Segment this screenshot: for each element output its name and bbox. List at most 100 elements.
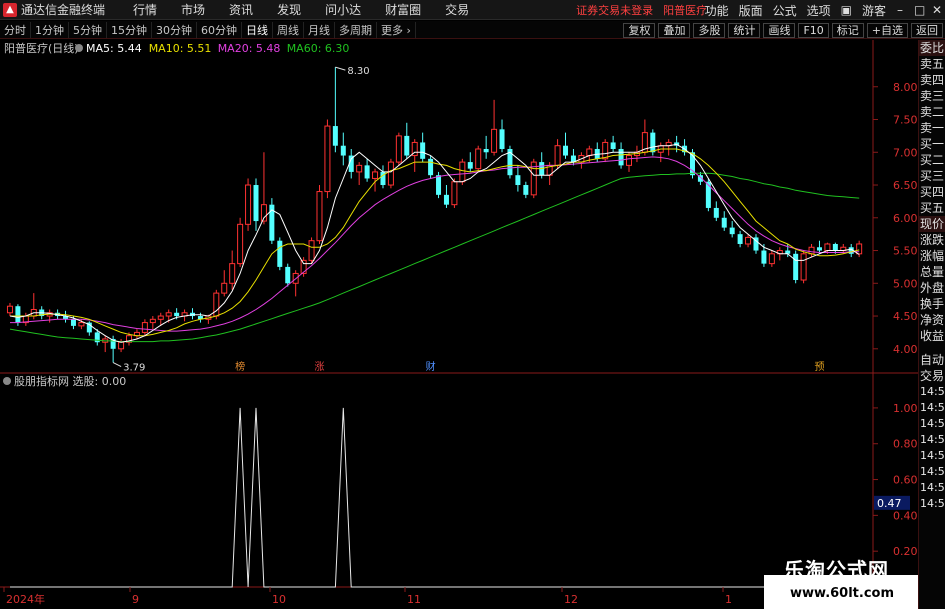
timeframe-tab-2[interactable]: 5分钟 xyxy=(69,21,107,38)
quote-field-12: 涨跌 xyxy=(920,233,945,247)
quote-field-11: 现价 xyxy=(919,216,945,232)
timeframe-tab-3[interactable]: 15分钟 xyxy=(107,21,152,38)
candle-body xyxy=(428,158,434,176)
candle-body xyxy=(395,135,402,163)
timeframe-tab-9[interactable]: 多周期 xyxy=(335,21,377,38)
chart-tool-button-5[interactable]: F10 xyxy=(798,22,829,38)
menu-item-1[interactable]: 市场 xyxy=(169,1,217,18)
minimize-icon[interactable]: – xyxy=(891,3,909,17)
skin-icon[interactable]: ▣ xyxy=(836,3,857,17)
tick-time-4: 14:56 xyxy=(920,449,945,462)
event-marker-0[interactable]: 榜 xyxy=(235,360,245,373)
chart-tool-button-6[interactable]: 标记 xyxy=(831,22,864,38)
chart-tool-button-3[interactable]: 统计 xyxy=(728,22,761,38)
kline-chart[interactable]: 阳普医疗(日线) MA5: 5.44 MA10: 5.51 MA20: 5.48 MA6… xyxy=(0,40,918,609)
menu-item-0[interactable]: 行情 xyxy=(121,1,169,18)
close-icon[interactable]: ✕ xyxy=(927,3,945,17)
right-menu-item-1[interactable]: 版面 xyxy=(734,2,768,19)
sub-tick-label: 1.00 xyxy=(893,402,918,415)
main-chart-title: 阳普医疗(日线) xyxy=(4,41,79,55)
sub-tick-label: 0.20 xyxy=(893,545,918,558)
price-tick-label: 7.50 xyxy=(893,114,918,127)
sub-value-label: 0.47 xyxy=(877,497,902,510)
quote-field-16: 换手 xyxy=(920,297,945,311)
menu-item-5[interactable]: 财富圈 xyxy=(373,1,433,18)
candle-body xyxy=(626,155,633,166)
candle-body xyxy=(6,305,13,314)
candle-body xyxy=(523,185,529,195)
event-marker-3[interactable]: 预 xyxy=(814,361,824,373)
app-title: 通达信金融终端 xyxy=(21,3,106,17)
chart-tool-button-1[interactable]: 叠加 xyxy=(658,22,691,38)
candle-body xyxy=(316,191,323,242)
guest-label[interactable]: 游客 xyxy=(857,2,891,19)
candle-body xyxy=(285,266,291,284)
ma-label-0: MA5: 5.44 xyxy=(86,42,142,55)
candle-body xyxy=(451,181,458,206)
candle-body xyxy=(515,175,521,186)
price-tick-label: 5.50 xyxy=(893,245,918,258)
right-menu-item-0[interactable]: 功能 xyxy=(700,2,734,19)
menu-item-4[interactable]: 问小达 xyxy=(313,1,373,18)
right-menu-item-2[interactable]: 公式 xyxy=(768,2,802,19)
chart-tool-button-7[interactable]: +自选 xyxy=(866,22,908,38)
candle-body xyxy=(221,282,228,294)
chart-tool-button-4[interactable]: 画线 xyxy=(763,22,796,38)
chart-tool-button-2[interactable]: 多股 xyxy=(693,22,726,38)
candle-body xyxy=(78,322,85,327)
tick-time-7: 14:56 xyxy=(920,497,945,510)
candle-body xyxy=(213,292,220,317)
quote-field-10: 买五 xyxy=(920,201,945,215)
timeframe-tab-7[interactable]: 周线 xyxy=(273,21,304,38)
sub-indicator-icon[interactable] xyxy=(3,377,11,385)
chart-tool-button-0[interactable]: 复权 xyxy=(623,22,656,38)
price-tick-label: 4.00 xyxy=(893,343,918,356)
sub-tick-label: 0.80 xyxy=(893,438,918,451)
low-price-label: 3.79 xyxy=(123,363,145,374)
price-tick-label: 4.50 xyxy=(893,310,918,323)
login-notice[interactable]: 证券交易未登录 xyxy=(576,2,653,18)
event-marker-2[interactable]: 财 xyxy=(426,360,436,373)
candle-body xyxy=(165,312,172,317)
candle-body xyxy=(356,164,363,173)
timeframe-tab-0[interactable]: 分时 xyxy=(0,21,31,38)
candle-body xyxy=(387,161,394,186)
price-tick-label: 5.00 xyxy=(893,277,918,290)
menu-item-2[interactable]: 资讯 xyxy=(217,1,265,18)
timeframe-tab-5[interactable]: 60分钟 xyxy=(197,21,242,38)
candle-body xyxy=(832,243,838,251)
timeframe-tab-8[interactable]: 月线 xyxy=(304,21,335,38)
ma-label-1: MA10: 5.51 xyxy=(149,42,212,55)
candle-body xyxy=(443,194,449,205)
menu-item-3[interactable]: 发现 xyxy=(265,1,313,18)
maximize-icon[interactable]: □ xyxy=(909,3,927,17)
indicator-settings-icon[interactable] xyxy=(75,44,83,52)
quote-field-17: 净资 xyxy=(920,313,945,327)
chart-tool-button-8[interactable]: 返回 xyxy=(911,22,943,38)
event-marker-1[interactable]: 涨 xyxy=(314,361,324,373)
right-menu-item-3[interactable]: 选项 xyxy=(802,2,836,19)
candle-body xyxy=(563,145,569,156)
trade-field-1: 交易 xyxy=(920,369,945,383)
date-label-4: 12 xyxy=(564,593,578,606)
sub-tick-label: 0.60 xyxy=(893,474,918,487)
candle-body xyxy=(808,246,815,255)
menu-item-6[interactable]: 交易 xyxy=(433,1,481,18)
candle-body xyxy=(721,217,727,228)
app-logo-icon: ▲ xyxy=(3,2,17,17)
low-pointer xyxy=(112,362,122,368)
candle-body xyxy=(768,253,775,265)
timeframe-tab-1[interactable]: 1分钟 xyxy=(31,21,69,38)
candle-body xyxy=(491,128,498,153)
timeframe-tab-4[interactable]: 30分钟 xyxy=(152,21,197,38)
sub-chart-title: 股朋指标网 选股: 0.00 xyxy=(14,374,126,388)
candle-body xyxy=(713,207,719,218)
candle-body xyxy=(816,247,822,251)
timeframe-tab-10[interactable]: 更多 › xyxy=(377,21,416,38)
candle-body xyxy=(467,162,473,169)
candle-body xyxy=(404,135,410,156)
candle-body xyxy=(475,148,482,170)
candle-body xyxy=(149,318,156,324)
timeframe-tab-6[interactable]: 日线 xyxy=(242,21,273,38)
quote-field-6: 买一 xyxy=(920,137,945,151)
